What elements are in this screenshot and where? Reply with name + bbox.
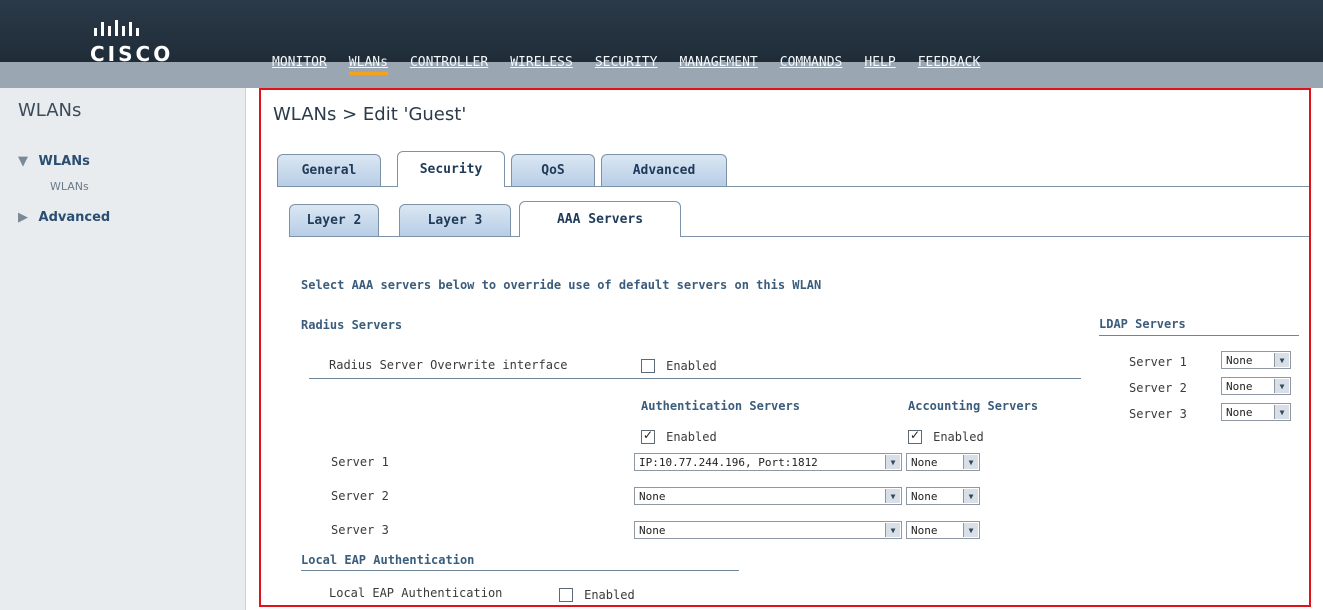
auth-server-2-value: None xyxy=(639,489,666,503)
tree-wlans-sub[interactable]: WLANs xyxy=(50,180,89,193)
radius-overwrite-label: Radius Server Overwrite interface xyxy=(329,358,568,372)
nav-commands[interactable]: COMMANDS xyxy=(780,55,843,75)
auth-server-2-select[interactable]: None ▼ xyxy=(634,487,902,505)
ldap-server-3-select[interactable]: None ▼ xyxy=(1221,403,1291,421)
auth-server-1-select[interactable]: IP:10.77.244.196, Port:1812 ▼ xyxy=(634,453,902,471)
ldap-title: LDAP Servers xyxy=(1099,317,1186,331)
server-1-label: Server 1 xyxy=(331,455,389,469)
cisco-logo-bars-icon xyxy=(94,14,200,36)
nav-security[interactable]: SECURITY xyxy=(595,55,658,75)
page-title: WLANs > Edit 'Guest' xyxy=(273,104,467,125)
tab-layer-3[interactable]: Layer 3 xyxy=(399,204,511,236)
nav-wlans[interactable]: WLANs xyxy=(348,55,388,75)
nav-monitor[interactable]: MONITOR xyxy=(272,55,327,75)
ldap-server-1-label: Server 1 xyxy=(1129,355,1187,369)
local-eap-label: Local EAP Authentication xyxy=(329,586,503,600)
radius-overwrite-enabled[interactable]: Enabled xyxy=(641,355,717,374)
auth-enabled-label: Enabled xyxy=(666,430,717,444)
radius-servers-title: Radius Servers xyxy=(301,318,403,332)
nav-help[interactable]: HELP xyxy=(864,55,895,75)
left-panel: WLANs ▼ WLANs WLANs ▶ Advanced xyxy=(0,88,246,610)
local-eap-enabled[interactable]: Enabled xyxy=(559,584,635,603)
ldap-server-2-select[interactable]: None ▼ xyxy=(1221,377,1291,395)
secondary-tabs-baseline xyxy=(289,236,1309,237)
auth-servers-header: Authentication Servers xyxy=(641,399,800,413)
primary-tabs: General Security QoS Advanced xyxy=(277,151,1309,187)
acct-server-1-value: None xyxy=(911,455,938,469)
chevron-down-icon: ▼ xyxy=(1274,405,1289,419)
nav-feedback[interactable]: FEEDBACK xyxy=(918,55,981,75)
tree-advanced[interactable]: ▶ Advanced xyxy=(18,210,110,225)
acct-server-2-value: None xyxy=(911,489,938,503)
chevron-down-icon: ▼ xyxy=(963,489,978,503)
tree-wlans-label: WLANs xyxy=(38,154,90,169)
tab-aaa-servers[interactable]: AAA Servers xyxy=(519,201,681,237)
chevron-down-icon: ▼ xyxy=(1274,353,1289,367)
acct-server-2-select[interactable]: None ▼ xyxy=(906,487,980,505)
auth-server-3-value: None xyxy=(639,523,666,537)
tree-wlans[interactable]: ▼ WLANs xyxy=(18,154,90,169)
local-eap-title: Local EAP Authentication xyxy=(301,553,475,567)
cisco-logo: CISCO xyxy=(60,14,200,76)
brand-name: CISCO xyxy=(90,42,174,66)
acct-servers-header: Accounting Servers xyxy=(908,399,1039,413)
chevron-down-icon: ▼ xyxy=(885,523,900,537)
radius-overwrite-enabled-label: Enabled xyxy=(666,359,717,373)
acct-enabled-checkbox[interactable] xyxy=(908,428,922,444)
chevron-down-icon: ▼ xyxy=(885,489,900,503)
ldap-server-3-value: None xyxy=(1226,405,1253,419)
ldap-server-3-label: Server 3 xyxy=(1129,407,1187,421)
server-3-label: Server 3 xyxy=(331,523,389,537)
chevron-down-icon: ▼ xyxy=(18,154,28,169)
aaa-intro: Select AAA servers below to override use… xyxy=(301,278,822,292)
tree-advanced-label: Advanced xyxy=(38,210,111,225)
tab-security[interactable]: Security xyxy=(397,151,505,187)
secondary-tabs: Layer 2 Layer 3 AAA Servers xyxy=(289,201,1309,237)
top-banner: CISCO MONITOR WLANs CONTROLLER WIRELESS … xyxy=(0,0,1323,88)
radius-divider xyxy=(309,378,1081,379)
tab-qos[interactable]: QoS xyxy=(511,154,595,186)
acct-server-1-select[interactable]: None ▼ xyxy=(906,453,980,471)
tab-general[interactable]: General xyxy=(277,154,381,186)
acct-server-3-select[interactable]: None ▼ xyxy=(906,521,980,539)
server-2-label: Server 2 xyxy=(331,489,389,503)
auth-enabled-checkbox[interactable] xyxy=(641,428,655,444)
ldap-server-1-value: None xyxy=(1226,353,1253,367)
auth-server-3-select[interactable]: None ▼ xyxy=(634,521,902,539)
main-content-frame: WLANs > Edit 'Guest' General Security Qo… xyxy=(259,88,1311,607)
top-navigation: MONITOR WLANs CONTROLLER WIRELESS SECURI… xyxy=(272,55,980,75)
chevron-down-icon: ▼ xyxy=(885,455,900,469)
ldap-server-2-label: Server 2 xyxy=(1129,381,1187,395)
nav-management[interactable]: MANAGEMENT xyxy=(679,55,757,75)
ldap-divider xyxy=(1099,335,1299,336)
local-eap-enabled-label: Enabled xyxy=(584,588,635,602)
chevron-down-icon: ▼ xyxy=(963,455,978,469)
acct-enabled[interactable]: Enabled xyxy=(908,426,984,445)
tab-layer-2[interactable]: Layer 2 xyxy=(289,204,379,236)
tab-advanced[interactable]: Advanced xyxy=(601,154,727,186)
ldap-server-1-select[interactable]: None ▼ xyxy=(1221,351,1291,369)
acct-enabled-label: Enabled xyxy=(933,430,984,444)
radius-overwrite-checkbox[interactable] xyxy=(641,358,655,373)
chevron-down-icon: ▼ xyxy=(963,523,978,537)
nav-wireless[interactable]: WIRELESS xyxy=(510,55,573,75)
left-title: WLANs xyxy=(18,100,82,121)
nav-controller[interactable]: CONTROLLER xyxy=(410,55,488,75)
chevron-right-icon: ▶ xyxy=(18,210,28,225)
auth-server-1-value: IP:10.77.244.196, Port:1812 xyxy=(639,455,818,469)
auth-enabled[interactable]: Enabled xyxy=(641,426,717,445)
local-eap-divider xyxy=(301,570,739,571)
ldap-server-2-value: None xyxy=(1226,379,1253,393)
acct-server-3-value: None xyxy=(911,523,938,537)
local-eap-checkbox[interactable] xyxy=(559,587,573,602)
chevron-down-icon: ▼ xyxy=(1274,379,1289,393)
